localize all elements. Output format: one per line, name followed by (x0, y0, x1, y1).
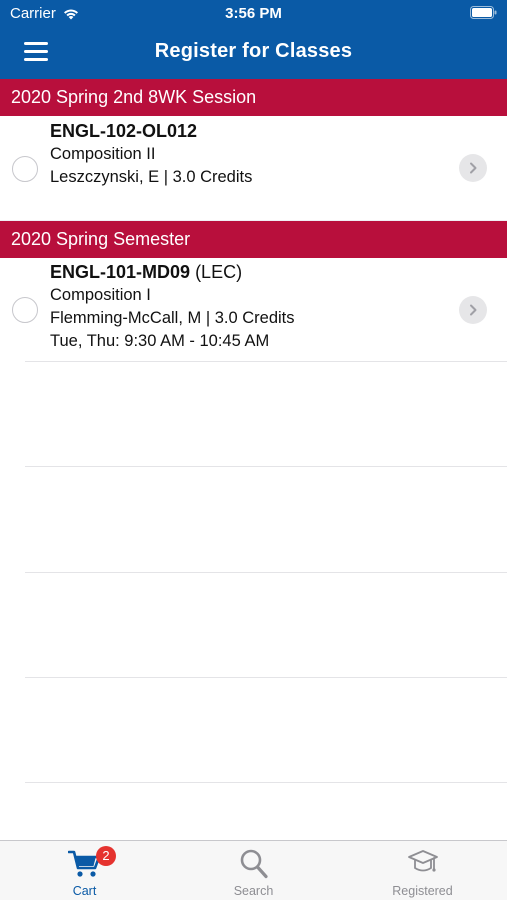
tab-label: Cart (72, 884, 97, 898)
instructor-credits: Flemming-McCall, M | 3.0 Credits (50, 309, 295, 327)
course-name: Composition I (50, 286, 151, 304)
course-code-text: ENGL-102-OL012 (50, 121, 198, 141)
battery-icon (470, 6, 497, 24)
class-row[interactable]: ENGL-101-MD09 (LEC) Composition I Flemmi… (0, 258, 507, 362)
select-radio-button[interactable] (12, 297, 38, 323)
app-header: Carrier 3:56 PM Register for Classes (0, 0, 507, 79)
course-code: ENGL-102-OL012 (50, 119, 252, 143)
course-code: ENGL-101-MD09 (LEC) (50, 260, 295, 284)
tab-label: Search (233, 884, 274, 898)
class-schedule: Tue, Thu: 9:30 AM - 10:45 AM (50, 332, 270, 350)
chevron-right-icon[interactable] (459, 154, 487, 182)
tab-registered[interactable]: Registered (338, 841, 507, 900)
list-separator (25, 677, 507, 678)
class-details: ENGL-101-MD09 (LEC) Composition I Flemmi… (50, 260, 295, 353)
status-bar: Carrier 3:56 PM (0, 0, 507, 28)
course-name: Composition II (50, 145, 156, 163)
chevron-right-icon[interactable] (459, 296, 487, 324)
class-details: ENGL-102-OL012 Composition II Leszczynsk… (50, 119, 252, 189)
list-separator (25, 782, 507, 783)
section-header: 2020 Spring 2nd 8WK Session (0, 79, 507, 116)
course-code-text: ENGL-101-MD09 (50, 262, 191, 282)
list-separator (25, 572, 507, 573)
page-title: Register for Classes (154, 40, 353, 62)
search-icon (239, 848, 269, 885)
tab-bar: 2 Cart Search Registered (0, 840, 507, 900)
tab-label: Registered (392, 884, 453, 898)
graduation-cap-icon (407, 849, 439, 882)
nav-bar: Register for Classes (0, 28, 507, 79)
list-separator (25, 361, 507, 362)
tab-search[interactable]: Search (169, 841, 338, 900)
cart-badge: 2 (96, 846, 116, 866)
status-time: 3:56 PM (225, 5, 282, 22)
list-separator (25, 466, 507, 467)
course-type: (LEC) (195, 262, 243, 282)
tab-cart[interactable]: 2 Cart (0, 841, 169, 900)
select-radio-button[interactable] (12, 156, 38, 182)
class-row[interactable]: ENGL-102-OL012 Composition II Leszczynsk… (0, 116, 507, 220)
instructor-credits: Leszczynski, E | 3.0 Credits (50, 168, 253, 186)
section-header: 2020 Spring Semester (0, 221, 507, 258)
